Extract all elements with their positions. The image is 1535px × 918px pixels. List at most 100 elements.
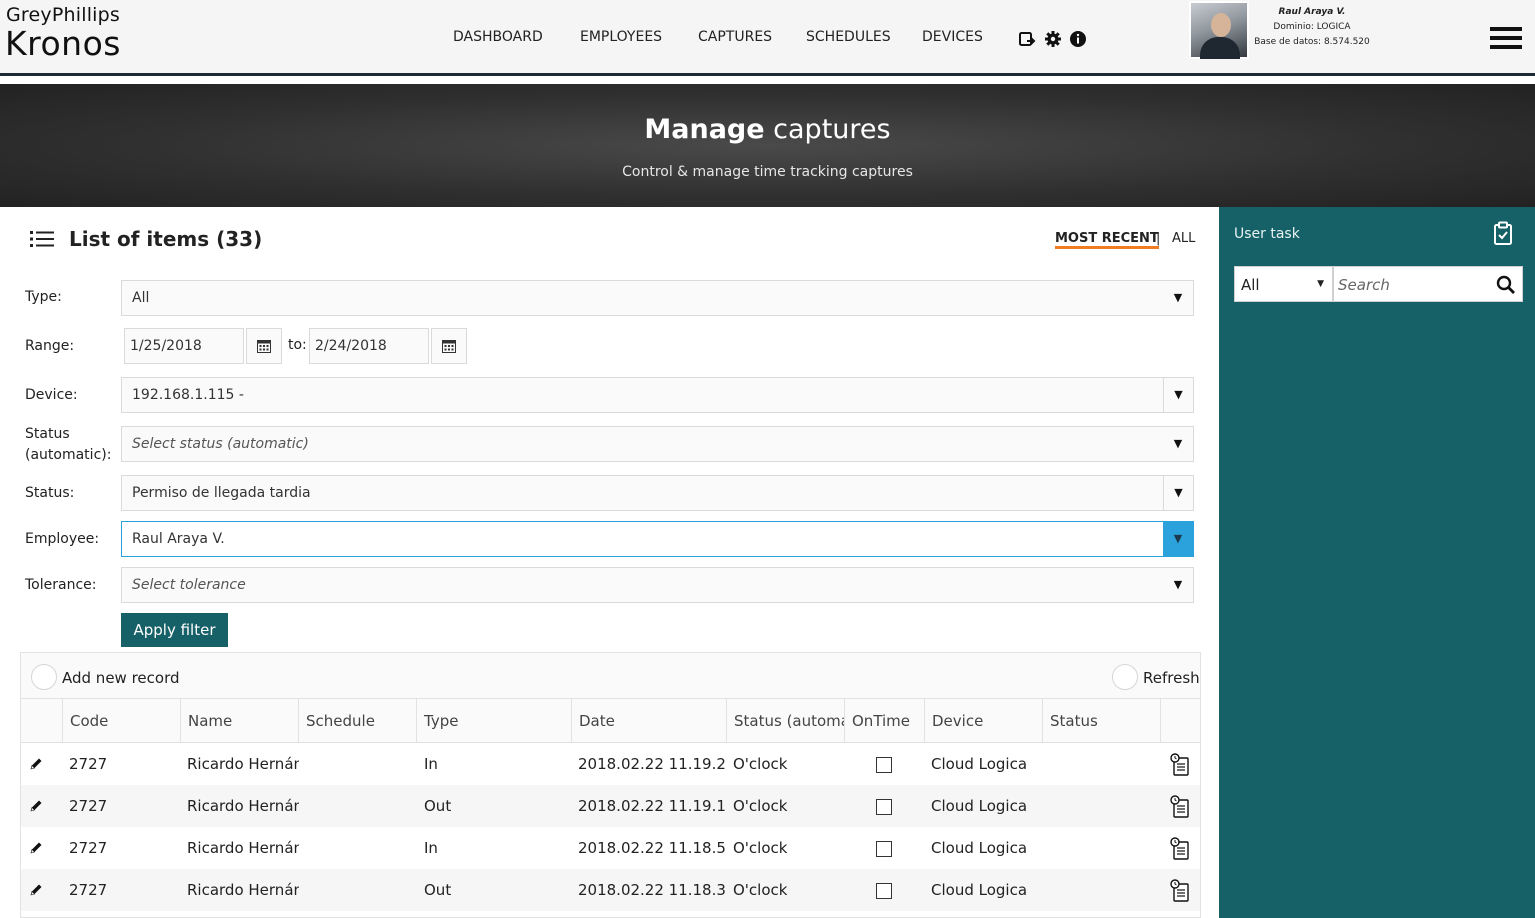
range-to-input[interactable]: 2/24/2018 <box>309 328 429 364</box>
captures-grid: Add new record Refresh Code Name Schedul… <box>20 652 1201 918</box>
calendar-icon <box>257 340 271 353</box>
refresh-button[interactable]: Refresh <box>1143 669 1200 687</box>
cell-status-automatic: O'clock <box>733 881 788 899</box>
calendar-icon <box>442 340 456 353</box>
device-label: Device: <box>25 387 78 403</box>
column-header-date[interactable]: Date <box>571 699 726 743</box>
type-label: Type: <box>25 289 62 305</box>
user-info: Raul Araya V. Dominio: LOGICA Base de da… <box>1252 5 1372 50</box>
nav-employees[interactable]: EMPLOYEES <box>580 29 662 45</box>
column-header-code[interactable]: Code <box>62 699 180 743</box>
tolerance-label: Tolerance: <box>25 577 97 593</box>
cell-name: Ricardo Hernánc <box>187 881 299 899</box>
status-automatic-select[interactable]: Select status (automatic) ▼ <box>121 426 1194 462</box>
table-row[interactable]: 2727 Ricardo Hernánc Out 2018.02.22 11.1… <box>21 785 1200 827</box>
document-icon[interactable] <box>1169 795 1191 819</box>
column-header-name[interactable]: Name <box>180 699 298 743</box>
ontime-checkbox[interactable] <box>876 883 892 899</box>
chevron-down-icon[interactable]: ▼ <box>1163 522 1193 556</box>
pencil-icon[interactable] <box>29 799 43 813</box>
document-icon[interactable] <box>1169 753 1191 777</box>
column-header-schedule[interactable]: Schedule <box>298 699 416 743</box>
user-name: Raul Araya V. <box>1278 7 1346 17</box>
nav-devices[interactable]: DEVICES <box>922 29 983 45</box>
top-navbar: GreyPhillips Kronos DASHBOARD EMPLOYEES … <box>0 0 1535 76</box>
info-icon[interactable] <box>1069 30 1087 48</box>
cell-device: Cloud Logica <box>931 755 1028 773</box>
document-icon[interactable] <box>1169 879 1191 903</box>
ontime-checkbox[interactable] <box>876 757 892 773</box>
cell-status <box>1049 785 1159 827</box>
column-header-type[interactable]: Type <box>416 699 571 743</box>
tab-most-recent[interactable]: MOST RECENT <box>1055 231 1159 249</box>
list-title: List of items (33) <box>69 227 263 251</box>
cell-type: In <box>424 839 438 857</box>
table-row[interactable]: 2727 Ricardo Hernánc In 2018.02.22 11.18… <box>21 827 1200 869</box>
chevron-down-icon: ▼ <box>1163 476 1193 510</box>
nav-captures[interactable]: CAPTURES <box>698 29 772 45</box>
page-title: Manage captures <box>644 114 891 145</box>
user-task-filter-select[interactable]: All ▼ <box>1234 266 1333 302</box>
document-icon[interactable] <box>1169 837 1191 861</box>
search-icon[interactable] <box>1496 275 1516 295</box>
cell-schedule <box>305 827 415 869</box>
add-new-record-button[interactable]: Add new record <box>62 669 180 687</box>
page-subtitle: Control & manage time tracking captures <box>622 164 913 180</box>
cell-type: In <box>424 755 438 773</box>
page-hero: Manage captures Control & manage time tr… <box>0 84 1535 207</box>
brand-product[interactable]: Kronos <box>5 24 121 63</box>
pencil-icon[interactable] <box>29 757 43 771</box>
cell-device: Cloud Logica <box>931 839 1028 857</box>
list-icon <box>30 231 54 247</box>
cell-date: 2018.02.22 11.19.28 <box>578 755 726 773</box>
range-from-input[interactable]: 1/25/2018 <box>124 328 244 364</box>
tolerance-select[interactable]: Select tolerance ▼ <box>121 567 1194 603</box>
cell-name: Ricardo Hernánc <box>187 797 299 815</box>
cell-device: Cloud Logica <box>931 881 1028 899</box>
range-label: Range: <box>25 338 75 354</box>
user-task-panel: User task All ▼ Search <box>1219 207 1535 918</box>
user-avatar[interactable] <box>1189 1 1249 59</box>
nav-schedules[interactable]: SCHEDULES <box>806 29 891 45</box>
table-row[interactable]: 2727 Ricardo Hernánc In 2018.02.22 11.19… <box>21 743 1200 785</box>
column-header-ontime[interactable]: OnTime <box>844 699 924 743</box>
cell-type: Out <box>424 797 452 815</box>
user-domain: Dominio: LOGICA <box>1273 22 1351 32</box>
cell-status-automatic: O'clock <box>733 755 788 773</box>
export-icon[interactable] <box>1018 30 1036 48</box>
table-row[interactable]: 2727 Ricardo Hernánc Out 2018.02.22 11.1… <box>21 869 1200 911</box>
column-header-status[interactable]: Status <box>1042 699 1160 743</box>
chevron-down-icon: ▼ <box>1173 291 1183 304</box>
cell-status-automatic: O'clock <box>733 839 788 857</box>
chevron-down-icon: ▼ <box>1173 578 1183 591</box>
cell-code: 2727 <box>69 881 108 899</box>
pencil-icon[interactable] <box>29 883 43 897</box>
gear-icon[interactable] <box>1044 30 1062 48</box>
clipboard-check-icon[interactable] <box>1493 221 1513 245</box>
status-select[interactable]: Permiso de llegada tardia ▼ <box>121 475 1194 511</box>
column-header-device[interactable]: Device <box>924 699 1042 743</box>
tab-all[interactable]: ALL <box>1172 231 1195 246</box>
type-select[interactable]: All ▼ <box>121 280 1194 316</box>
status-value: Permiso de llegada tardia <box>132 485 311 501</box>
user-task-search-input[interactable]: Search <box>1333 266 1523 302</box>
employee-input[interactable]: Raul Araya V. ▼ <box>121 521 1194 557</box>
tolerance-placeholder: Select tolerance <box>132 577 246 593</box>
range-from-calendar-button[interactable] <box>246 328 282 364</box>
ontime-checkbox[interactable] <box>876 841 892 857</box>
hamburger-menu-icon[interactable] <box>1490 27 1522 49</box>
apply-filter-button[interactable]: Apply filter <box>121 613 228 647</box>
user-task-title: User task <box>1234 226 1300 242</box>
ontime-checkbox[interactable] <box>876 799 892 815</box>
add-icon[interactable] <box>31 664 57 690</box>
cell-code: 2727 <box>69 797 108 815</box>
pencil-icon[interactable] <box>29 841 43 855</box>
cell-date: 2018.02.22 11.19.13 <box>578 797 726 815</box>
cell-name: Ricardo Hernánc <box>187 839 299 857</box>
nav-dashboard[interactable]: DASHBOARD <box>453 29 543 45</box>
cell-schedule <box>305 869 415 911</box>
refresh-icon[interactable] <box>1112 664 1138 690</box>
range-to-calendar-button[interactable] <box>431 328 467 364</box>
column-header-status-automatic[interactable]: Status (automat <box>726 699 844 743</box>
device-select[interactable]: 192.168.1.115 - ▼ <box>121 377 1194 413</box>
